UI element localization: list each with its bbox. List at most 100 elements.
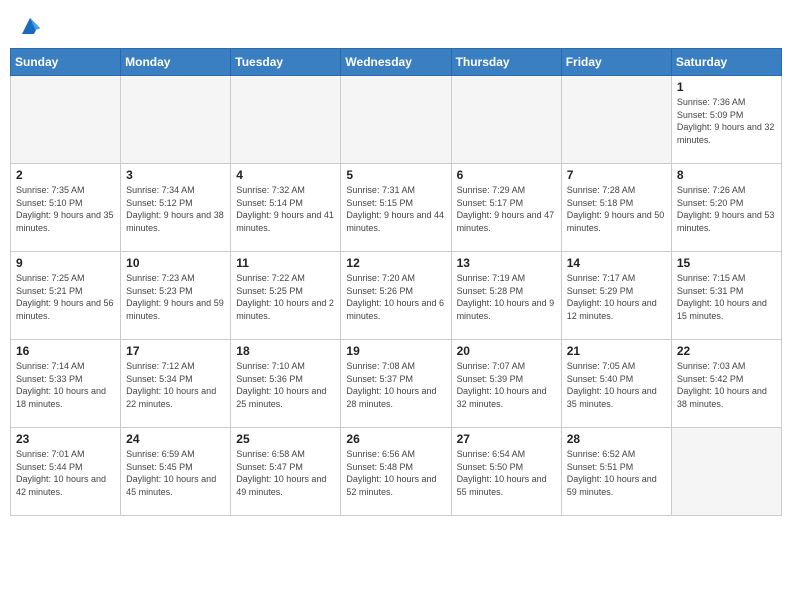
- day-info: Sunrise: 6:56 AM Sunset: 5:48 PM Dayligh…: [346, 448, 445, 498]
- day-info: Sunrise: 7:23 AM Sunset: 5:23 PM Dayligh…: [126, 272, 225, 322]
- day-number: 22: [677, 344, 776, 358]
- calendar-week-5: 23 Sunrise: 7:01 AM Sunset: 5:44 PM Dayli…: [11, 428, 782, 516]
- weekday-header-monday: Monday: [121, 49, 231, 76]
- calendar-cell: 3Sunrise: 7:34 AM Sunset: 5:12 PM Daylig…: [121, 164, 231, 252]
- day-info: Sunrise: 7:15 AM Sunset: 5:31 PM Dayligh…: [677, 272, 776, 322]
- day-number: 11: [236, 256, 335, 270]
- calendar-cell: 2 Sunrise: 7:35 AM Sunset: 5:10 PM Daylig…: [11, 164, 121, 252]
- logo-icon: [18, 14, 42, 38]
- calendar-cell: 26 Sunrise: 6:56 AM Sunset: 5:48 PM Dayli…: [341, 428, 451, 516]
- weekday-header-thursday: Thursday: [451, 49, 561, 76]
- calendar-cell: 5 Sunrise: 7:31 AM Sunset: 5:15 PM Daylig…: [341, 164, 451, 252]
- day-number: 27: [457, 432, 556, 446]
- day-number: 7: [567, 168, 666, 182]
- day-info: Sunrise: 6:58 AM Sunset: 5:47 PM Dayligh…: [236, 448, 335, 498]
- calendar-cell: 23 Sunrise: 7:01 AM Sunset: 5:44 PM Dayli…: [11, 428, 121, 516]
- calendar-week-1: 1Sunrise: 7:36 AM Sunset: 5:09 PM Daylig…: [11, 76, 782, 164]
- day-number: 14: [567, 256, 666, 270]
- calendar-cell: [231, 76, 341, 164]
- calendar-cell: 14 Sunrise: 7:17 AM Sunset: 5:29 PM Dayli…: [561, 252, 671, 340]
- logo: [16, 14, 42, 38]
- calendar-cell: 13 Sunrise: 7:19 AM Sunset: 5:28 PM Dayli…: [451, 252, 561, 340]
- day-number: 6: [457, 168, 556, 182]
- calendar-cell: 17 Sunrise: 7:12 AM Sunset: 5:34 PM Dayli…: [121, 340, 231, 428]
- day-number: 2: [16, 168, 115, 182]
- day-info: Sunrise: 7:20 AM Sunset: 5:26 PM Dayligh…: [346, 272, 445, 322]
- day-info: Sunrise: 6:59 AM Sunset: 5:45 PM Dayligh…: [126, 448, 225, 498]
- day-info: Sunrise: 6:52 AM Sunset: 5:51 PM Dayligh…: [567, 448, 666, 498]
- calendar-cell: 18 Sunrise: 7:10 AM Sunset: 5:36 PM Dayli…: [231, 340, 341, 428]
- day-info: Sunrise: 7:08 AM Sunset: 5:37 PM Dayligh…: [346, 360, 445, 410]
- day-number: 17: [126, 344, 225, 358]
- day-number: 5: [346, 168, 445, 182]
- day-info: Sunrise: 7:19 AM Sunset: 5:28 PM Dayligh…: [457, 272, 556, 322]
- calendar-cell: 19 Sunrise: 7:08 AM Sunset: 5:37 PM Dayli…: [341, 340, 451, 428]
- calendar-cell: [561, 76, 671, 164]
- page-header: [10, 10, 782, 42]
- day-number: 21: [567, 344, 666, 358]
- weekday-header-row: SundayMondayTuesdayWednesdayThursdayFrid…: [11, 49, 782, 76]
- day-number: 18: [236, 344, 335, 358]
- calendar-cell: [121, 76, 231, 164]
- day-number: 8: [677, 168, 776, 182]
- day-number: 23: [16, 432, 115, 446]
- day-number: 16: [16, 344, 115, 358]
- day-info: Sunrise: 7:05 AM Sunset: 5:40 PM Dayligh…: [567, 360, 666, 410]
- calendar-cell: [671, 428, 781, 516]
- calendar-cell: 4 Sunrise: 7:32 AM Sunset: 5:14 PM Daylig…: [231, 164, 341, 252]
- calendar-cell: 22 Sunrise: 7:03 AM Sunset: 5:42 PM Dayli…: [671, 340, 781, 428]
- day-info: Sunrise: 7:26 AM Sunset: 5:20 PM Dayligh…: [677, 184, 776, 234]
- calendar-cell: 12Sunrise: 7:20 AM Sunset: 5:26 PM Dayli…: [341, 252, 451, 340]
- calendar-cell: 27 Sunrise: 6:54 AM Sunset: 5:50 PM Dayli…: [451, 428, 561, 516]
- day-info: Sunrise: 7:10 AM Sunset: 5:36 PM Dayligh…: [236, 360, 335, 410]
- calendar-week-2: 2 Sunrise: 7:35 AM Sunset: 5:10 PM Daylig…: [11, 164, 782, 252]
- weekday-header-friday: Friday: [561, 49, 671, 76]
- day-info: Sunrise: 7:36 AM Sunset: 5:09 PM Dayligh…: [677, 96, 776, 146]
- day-number: 10: [126, 256, 225, 270]
- day-number: 20: [457, 344, 556, 358]
- day-info: Sunrise: 7:28 AM Sunset: 5:18 PM Dayligh…: [567, 184, 666, 234]
- calendar-cell: 15 Sunrise: 7:15 AM Sunset: 5:31 PM Dayli…: [671, 252, 781, 340]
- day-info: Sunrise: 7:07 AM Sunset: 5:39 PM Dayligh…: [457, 360, 556, 410]
- day-info: Sunrise: 7:25 AM Sunset: 5:21 PM Dayligh…: [16, 272, 115, 322]
- weekday-header-saturday: Saturday: [671, 49, 781, 76]
- calendar-cell: 6 Sunrise: 7:29 AM Sunset: 5:17 PM Daylig…: [451, 164, 561, 252]
- weekday-header-tuesday: Tuesday: [231, 49, 341, 76]
- day-info: Sunrise: 7:35 AM Sunset: 5:10 PM Dayligh…: [16, 184, 115, 234]
- weekday-header-sunday: Sunday: [11, 49, 121, 76]
- calendar-cell: 16 Sunrise: 7:14 AM Sunset: 5:33 PM Dayli…: [11, 340, 121, 428]
- day-info: Sunrise: 7:31 AM Sunset: 5:15 PM Dayligh…: [346, 184, 445, 234]
- day-info: Sunrise: 7:17 AM Sunset: 5:29 PM Dayligh…: [567, 272, 666, 322]
- calendar-week-3: 9 Sunrise: 7:25 AM Sunset: 5:21 PM Daylig…: [11, 252, 782, 340]
- calendar-cell: 8 Sunrise: 7:26 AM Sunset: 5:20 PM Daylig…: [671, 164, 781, 252]
- calendar-cell: 9 Sunrise: 7:25 AM Sunset: 5:21 PM Daylig…: [11, 252, 121, 340]
- calendar-cell: 21 Sunrise: 7:05 AM Sunset: 5:40 PM Dayli…: [561, 340, 671, 428]
- calendar-cell: [451, 76, 561, 164]
- day-number: 26: [346, 432, 445, 446]
- calendar-cell: 10 Sunrise: 7:23 AM Sunset: 5:23 PM Dayli…: [121, 252, 231, 340]
- day-number: 25: [236, 432, 335, 446]
- day-number: 28: [567, 432, 666, 446]
- day-number: 9: [16, 256, 115, 270]
- day-info: Sunrise: 7:12 AM Sunset: 5:34 PM Dayligh…: [126, 360, 225, 410]
- day-info: Sunrise: 7:01 AM Sunset: 5:44 PM Dayligh…: [16, 448, 115, 498]
- day-number: 15: [677, 256, 776, 270]
- day-number: 3: [126, 168, 225, 182]
- calendar-cell: 11 Sunrise: 7:22 AM Sunset: 5:25 PM Dayli…: [231, 252, 341, 340]
- day-info: Sunrise: 6:54 AM Sunset: 5:50 PM Dayligh…: [457, 448, 556, 498]
- day-number: 4: [236, 168, 335, 182]
- weekday-header-wednesday: Wednesday: [341, 49, 451, 76]
- calendar-cell: [341, 76, 451, 164]
- day-info: Sunrise: 7:22 AM Sunset: 5:25 PM Dayligh…: [236, 272, 335, 322]
- calendar-table: SundayMondayTuesdayWednesdayThursdayFrid…: [10, 48, 782, 516]
- day-info: Sunrise: 7:32 AM Sunset: 5:14 PM Dayligh…: [236, 184, 335, 234]
- day-info: Sunrise: 7:03 AM Sunset: 5:42 PM Dayligh…: [677, 360, 776, 410]
- day-info: Sunrise: 7:29 AM Sunset: 5:17 PM Dayligh…: [457, 184, 556, 234]
- day-info: Sunrise: 7:14 AM Sunset: 5:33 PM Dayligh…: [16, 360, 115, 410]
- calendar-cell: 1Sunrise: 7:36 AM Sunset: 5:09 PM Daylig…: [671, 76, 781, 164]
- calendar-cell: 7 Sunrise: 7:28 AM Sunset: 5:18 PM Daylig…: [561, 164, 671, 252]
- day-number: 13: [457, 256, 556, 270]
- day-number: 19: [346, 344, 445, 358]
- day-number: 24: [126, 432, 225, 446]
- calendar-cell: 24 Sunrise: 6:59 AM Sunset: 5:45 PM Dayli…: [121, 428, 231, 516]
